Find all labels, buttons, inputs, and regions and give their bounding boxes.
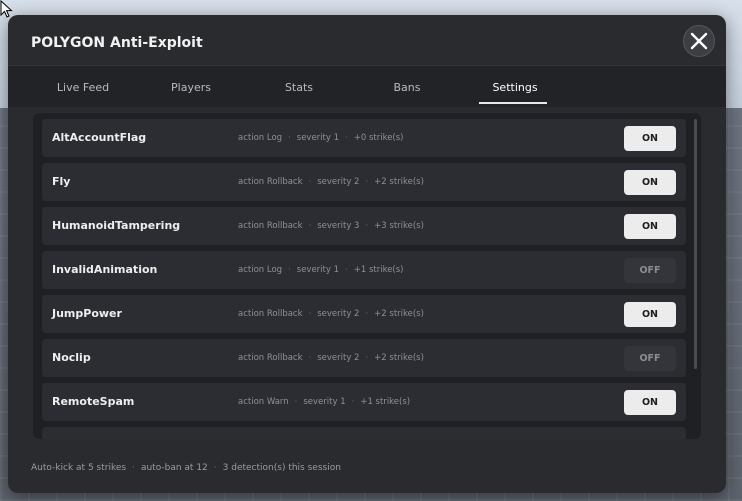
detection-severity: severity 1 [296, 133, 340, 143]
detection-toggle[interactable]: ON [624, 126, 676, 151]
detection-row: Noclip action Rollback · severity 2 · +2 str… [42, 339, 686, 377]
detection-toggle[interactable]: ON [624, 170, 676, 195]
detection-severity: severity 1 [296, 265, 340, 275]
detection-name: JumpPower [52, 307, 122, 320]
close-button[interactable] [683, 25, 715, 57]
detection-action: action Warn [238, 397, 289, 407]
detection-name: HumanoidTampering [52, 219, 181, 232]
detection-action: action Rollback [238, 353, 303, 363]
detection-action: action Rollback [238, 177, 303, 187]
detection-toggle[interactable]: OFF [624, 258, 676, 283]
detection-strikes: +3 strike(s) [374, 221, 424, 231]
list-scrollbar[interactable] [694, 119, 697, 369]
detection-meta: action Log · severity 1 · +1 strike(s) [238, 265, 404, 275]
anti-exploit-window: POLYGON Anti-Exploit Live Feed Players S… [8, 15, 726, 493]
detection-name: Noclip [52, 351, 91, 364]
tab-label: Settings [492, 80, 538, 94]
detection-toggle[interactable]: ON [624, 214, 676, 239]
tab-label: Live Feed [56, 80, 110, 94]
auto-ban-text: auto-ban at 12 [140, 463, 208, 473]
detection-meta: action Rollback · severity 3 · +3 strike(s) [238, 221, 424, 231]
tab-bans[interactable]: Bans [357, 66, 457, 108]
detection-meta: action Log · severity 1 · +0 strike(s) [238, 133, 404, 143]
mouse-cursor-icon [0, 0, 13, 18]
detection-meta: action Rollback · severity 2 · +2 strike(s) [238, 177, 424, 187]
tab-label: Stats [284, 80, 314, 94]
close-icon [690, 32, 708, 50]
detection-severity: severity 2 [317, 353, 360, 363]
detection-strikes: +1 strike(s) [353, 265, 404, 275]
detection-strikes: +2 strike(s) [374, 177, 424, 187]
detection-name: AltAccountFlag [52, 131, 147, 144]
detection-row: InvalidAnimation action Log · severity 1 · +… [42, 251, 686, 289]
detection-severity: severity 3 [317, 221, 360, 231]
detection-action: action Rollback [238, 309, 303, 319]
detection-toggle[interactable]: ON [624, 390, 676, 415]
detection-row: HumanoidTampering action Rollback · severi… [42, 207, 686, 245]
detection-severity: severity 2 [317, 309, 360, 319]
detection-toggle[interactable]: OFF [624, 346, 676, 371]
tab-players[interactable]: Players [141, 66, 241, 108]
detection-row: RemoteSpam action Warn · severity 1 · +1 str… [42, 383, 686, 421]
auto-kick-text: Auto-kick at 5 strikes [31, 463, 127, 473]
tab-label: Bans [393, 80, 421, 94]
detection-strikes: +1 strike(s) [360, 397, 411, 407]
detection-meta: action Rollback · severity 2 · +2 strike(s) [238, 353, 424, 363]
tab-label: Players [171, 80, 211, 94]
status-footer: Auto-kick at 5 strikes · auto-ban at 12 · 3 … [31, 463, 341, 473]
tab-live-feed[interactable]: Live Feed [33, 66, 133, 108]
detection-row: Fly action Rollback · severity 2 · +2 strike… [42, 163, 686, 201]
detection-meta: action Rollback · severity 2 · +2 strike(s) [238, 309, 424, 319]
session-count-text: 3 detection(s) this session [222, 463, 341, 473]
tab-settings[interactable]: Settings [465, 66, 565, 108]
detection-strikes: +2 strike(s) [374, 353, 424, 363]
active-tab-indicator [479, 102, 547, 104]
detection-toggle[interactable]: ON [624, 302, 676, 327]
detection-action: action Log [238, 265, 283, 275]
detection-strikes: +0 strike(s) [353, 133, 404, 143]
detection-action: action Rollback [238, 221, 303, 231]
detection-row-partial [42, 427, 686, 439]
tab-bar: Live Feed Players Stats Bans Settings [8, 65, 726, 107]
detection-severity: severity 2 [317, 177, 360, 187]
detection-strikes: +2 strike(s) [374, 309, 424, 319]
detection-list[interactable]: AltAccountFlag action Log · severity 1 · +0 … [33, 113, 701, 439]
detection-action: action Log [238, 133, 283, 143]
detection-name: RemoteSpam [52, 395, 135, 408]
window-title: POLYGON Anti-Exploit [31, 35, 203, 51]
detection-row: JumpPower action Rollback · severity 2 · +2 … [42, 295, 686, 333]
detection-severity: severity 1 [303, 397, 346, 407]
tab-stats[interactable]: Stats [249, 66, 349, 108]
detection-row: AltAccountFlag action Log · severity 1 · +0 … [42, 119, 686, 157]
detection-name: InvalidAnimation [52, 263, 158, 276]
detection-meta: action Warn · severity 1 · +1 strike(s) [238, 397, 411, 407]
detection-name: Fly [52, 175, 71, 188]
